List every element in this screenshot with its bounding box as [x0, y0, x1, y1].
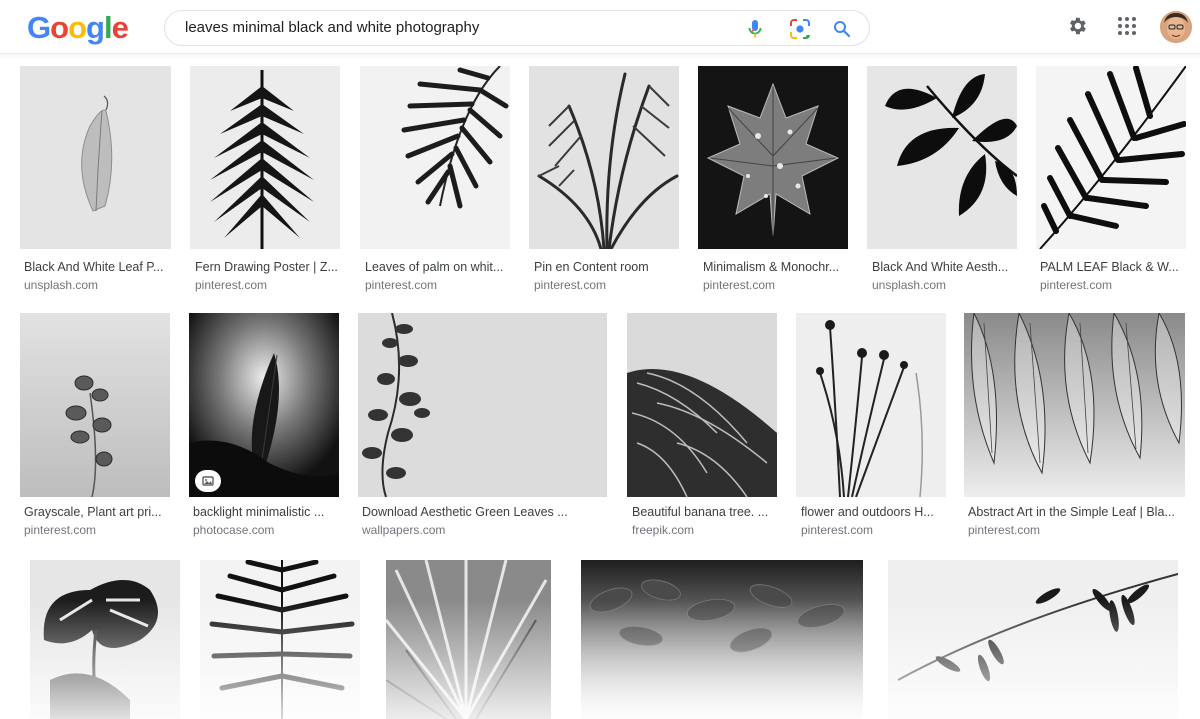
search-icon[interactable]: [830, 17, 854, 41]
camera-lens-icon[interactable]: [788, 17, 812, 41]
result-thumbnail[interactable]: [360, 66, 510, 249]
logo-letter: g: [86, 10, 105, 45]
result-title[interactable]: Leaves of palm on whit...: [365, 260, 508, 274]
image-result-card[interactable]: Pin en Content room pinterest.com: [529, 66, 679, 301]
avatar[interactable]: [1160, 11, 1192, 43]
result-thumbnail[interactable]: [796, 313, 946, 497]
logo-letter: o: [68, 10, 87, 45]
result-thumbnail[interactable]: [20, 313, 170, 497]
image-result-card[interactable]: Download Aesthetic Green Leaves ... wall…: [358, 313, 607, 547]
result-thumbnail[interactable]: [888, 560, 1178, 719]
result-source[interactable]: pinterest.com: [195, 278, 267, 292]
image-result-card[interactable]: [200, 560, 360, 719]
result-source[interactable]: photocase.com: [193, 523, 274, 537]
result-source[interactable]: freepik.com: [632, 523, 694, 537]
result-source[interactable]: pinterest.com: [968, 523, 1040, 537]
image-result-card[interactable]: Abstract Art in the Simple Leaf | Bla...…: [964, 313, 1185, 547]
result-thumbnail[interactable]: [867, 66, 1017, 249]
apps-grid-icon[interactable]: [1114, 13, 1140, 39]
result-title[interactable]: Fern Drawing Poster | Z...: [195, 260, 338, 274]
image-result-card[interactable]: flower and outdoors H... pinterest.com: [796, 313, 946, 547]
result-title[interactable]: Download Aesthetic Green Leaves ...: [362, 505, 605, 519]
result-thumbnail[interactable]: [1036, 66, 1186, 249]
result-title[interactable]: Black And White Leaf P...: [24, 260, 169, 274]
result-thumbnail[interactable]: [386, 560, 551, 719]
image-result-card[interactable]: Fern Drawing Poster | Z... pinterest.com: [190, 66, 340, 301]
result-title[interactable]: Minimalism & Monochr...: [703, 260, 846, 274]
result-thumbnail[interactable]: [30, 560, 180, 719]
image-result-card[interactable]: [581, 560, 863, 719]
result-title[interactable]: backlight minimalistic ...: [193, 505, 337, 519]
image-results-grid: Black And White Leaf P... unsplash.com F…: [0, 54, 1200, 719]
search-box[interactable]: leaves minimal black and white photograp…: [164, 10, 870, 46]
result-title[interactable]: Abstract Art in the Simple Leaf | Bla...: [968, 505, 1185, 519]
result-thumbnail[interactable]: [200, 560, 360, 719]
result-source[interactable]: pinterest.com: [703, 278, 775, 292]
image-result-card[interactable]: [20, 560, 180, 719]
logo-letter: G: [27, 10, 51, 45]
result-source[interactable]: pinterest.com: [534, 278, 606, 292]
result-thumbnail[interactable]: [190, 66, 340, 249]
result-title[interactable]: Black And White Aesth...: [872, 260, 1015, 274]
image-result-card[interactable]: Beautiful banana tree. ... freepik.com: [627, 313, 777, 547]
result-source[interactable]: pinterest.com: [801, 523, 873, 537]
result-source[interactable]: wallpapers.com: [362, 523, 445, 537]
image-result-card[interactable]: PALM LEAF Black & W... pinterest.com: [1036, 66, 1186, 301]
image-result-card[interactable]: Minimalism & Monochr... pinterest.com: [698, 66, 848, 301]
logo-letter: l: [103, 10, 113, 45]
microphone-icon[interactable]: [743, 17, 767, 41]
image-result-card[interactable]: Black And White Aesth... unsplash.com: [867, 66, 1017, 301]
result-thumbnail[interactable]: [581, 560, 863, 719]
image-result-card[interactable]: Grayscale, Plant art pri... pinterest.co…: [20, 313, 170, 547]
result-source[interactable]: pinterest.com: [365, 278, 437, 292]
logo-letter: e: [111, 10, 129, 45]
search-input[interactable]: leaves minimal black and white photograp…: [185, 19, 479, 36]
result-thumbnail[interactable]: [964, 313, 1185, 497]
image-result-card[interactable]: backlight minimalistic ... photocase.com: [189, 313, 339, 547]
image-result-card[interactable]: [888, 560, 1178, 719]
result-thumbnail[interactable]: [529, 66, 679, 249]
image-badge: [195, 470, 221, 492]
top-bar: Google leaves minimal black and white ph…: [0, 0, 1200, 54]
result-source[interactable]: unsplash.com: [872, 278, 946, 292]
result-title[interactable]: PALM LEAF Black & W...: [1040, 260, 1184, 274]
gear-icon[interactable]: [1064, 13, 1090, 39]
image-result-card[interactable]: [386, 560, 551, 719]
result-thumbnail[interactable]: [627, 313, 777, 497]
logo-letter: o: [50, 10, 69, 45]
image-result-card[interactable]: Black And White Leaf P... unsplash.com: [20, 66, 171, 301]
result-source[interactable]: pinterest.com: [1040, 278, 1112, 292]
result-source[interactable]: pinterest.com: [24, 523, 96, 537]
google-logo[interactable]: Google: [27, 10, 129, 46]
result-title[interactable]: Grayscale, Plant art pri...: [24, 505, 168, 519]
result-title[interactable]: flower and outdoors H...: [801, 505, 944, 519]
result-title[interactable]: Pin en Content room: [534, 260, 677, 274]
result-thumbnail[interactable]: [698, 66, 848, 249]
image-result-card[interactable]: Leaves of palm on whit... pinterest.com: [360, 66, 510, 301]
result-source[interactable]: unsplash.com: [24, 278, 98, 292]
result-thumbnail[interactable]: [20, 66, 171, 249]
result-thumbnail[interactable]: [358, 313, 607, 497]
result-title[interactable]: Beautiful banana tree. ...: [632, 505, 775, 519]
